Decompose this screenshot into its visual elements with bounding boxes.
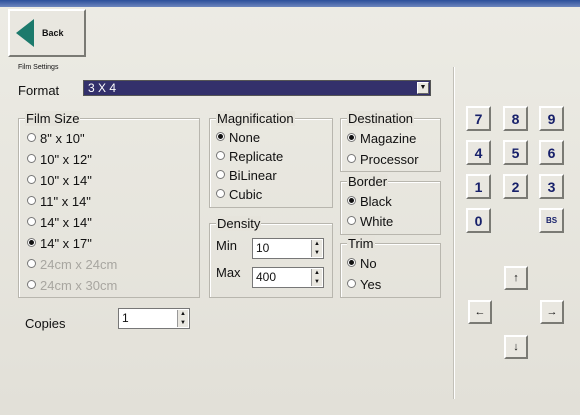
magnification-option[interactable]: Cubic <box>216 187 262 202</box>
option-label: 24cm x 24cm <box>40 257 118 272</box>
radio-icon <box>347 279 356 288</box>
radio-icon <box>27 280 36 289</box>
arrow-down-icon[interactable]: ↓ <box>504 335 528 359</box>
radio-selected-icon <box>347 258 356 267</box>
copies-label: Copies <box>25 316 66 331</box>
arrow-up-icon[interactable]: ↑ <box>504 266 528 290</box>
option-label: Cubic <box>229 187 263 202</box>
option-label: No <box>360 256 377 271</box>
radio-selected-icon <box>347 196 356 205</box>
format-label: Format <box>18 83 60 98</box>
magnification-legend: Magnification <box>216 111 295 126</box>
option-label: 8" x 10" <box>40 131 85 146</box>
chevron-down-icon[interactable]: ▼ <box>417 82 429 94</box>
spin-arrows-icon[interactable]: ▲ ▼ <box>177 310 188 327</box>
film-size-option[interactable]: 10" x 14" <box>27 173 92 188</box>
option-label: 11" x 14" <box>40 194 91 209</box>
keypad-key-4[interactable]: 4 <box>466 140 491 165</box>
radio-icon <box>27 154 36 163</box>
keypad-key-3[interactable]: 3 <box>539 174 564 199</box>
keypad-key-5[interactable]: 5 <box>503 140 528 165</box>
density-min-value: 10 <box>256 241 270 255</box>
density-max-stepper[interactable]: 400 ▲ ▼ <box>252 267 324 288</box>
section-title: Film Settings <box>18 64 59 71</box>
radio-icon <box>27 259 36 268</box>
border-legend: Border <box>347 174 389 189</box>
trim-option-selected[interactable]: No <box>347 256 377 271</box>
border-option[interactable]: White <box>347 214 393 229</box>
spin-arrows-icon[interactable]: ▲ ▼ <box>311 269 322 286</box>
destination-legend: Destination <box>347 111 415 126</box>
film-size-option-disabled: 24cm x 30cm <box>27 278 117 293</box>
keypad-key-1[interactable]: 1 <box>466 174 491 199</box>
magnification-option[interactable]: BiLinear <box>216 168 277 183</box>
spin-arrows-icon[interactable]: ▲ ▼ <box>311 240 322 257</box>
film-size-option-disabled: 24cm x 24cm <box>27 257 117 272</box>
back-button-label: Back <box>42 28 64 38</box>
radio-icon <box>27 217 36 226</box>
arrow-right-icon[interactable]: → <box>540 300 564 324</box>
keypad-key-2[interactable]: 2 <box>503 174 528 199</box>
option-label: Processor <box>360 152 419 167</box>
option-label: Yes <box>360 277 382 292</box>
density-max-label: Max <box>216 265 241 280</box>
radio-icon <box>27 133 36 142</box>
magnification-option[interactable]: Replicate <box>216 149 283 164</box>
radio-icon <box>216 189 225 198</box>
option-label: Replicate <box>229 149 284 164</box>
panel-divider <box>453 67 454 399</box>
film-size-option[interactable]: 8" x 10" <box>27 131 85 146</box>
option-label: Magazine <box>360 131 417 146</box>
option-label: None <box>229 130 261 145</box>
backspace-button[interactable]: BS <box>539 208 564 233</box>
radio-selected-icon <box>216 132 225 141</box>
magnification-option-selected[interactable]: None <box>216 130 260 145</box>
trim-legend: Trim <box>347 236 375 251</box>
radio-icon <box>347 154 356 163</box>
option-label: White <box>360 214 394 229</box>
keypad-key-9[interactable]: 9 <box>539 106 564 131</box>
density-min-stepper[interactable]: 10 ▲ ▼ <box>252 238 324 259</box>
format-select[interactable]: 3 X 4 ▼ <box>83 80 431 96</box>
copies-value: 1 <box>122 311 129 325</box>
density-min-label: Min <box>216 238 237 253</box>
destination-option[interactable]: Processor <box>347 152 419 167</box>
title-band <box>0 0 580 7</box>
option-label: 10" x 12" <box>40 152 92 167</box>
option-label: 14" x 14" <box>40 215 92 230</box>
option-label: Black <box>360 194 392 209</box>
keypad-key-6[interactable]: 6 <box>539 140 564 165</box>
option-label: 24cm x 30cm <box>40 278 118 293</box>
keypad-key-0[interactable]: 0 <box>466 208 491 233</box>
density-legend: Density <box>216 216 262 231</box>
radio-icon <box>27 175 36 184</box>
radio-selected-icon <box>347 133 356 142</box>
radio-icon <box>216 151 225 160</box>
option-label: 10" x 14" <box>40 173 92 188</box>
option-label: BiLinear <box>229 168 277 183</box>
film-size-option-selected[interactable]: 14" x 17" <box>27 236 92 251</box>
back-arrow-icon <box>16 19 34 47</box>
film-size-legend: Film Size <box>25 111 81 126</box>
keypad-key-7[interactable]: 7 <box>466 106 491 131</box>
trim-option[interactable]: Yes <box>347 277 381 292</box>
radio-icon <box>216 170 225 179</box>
keypad-key-8[interactable]: 8 <box>503 106 528 131</box>
density-max-value: 400 <box>256 270 277 284</box>
film-size-option[interactable]: 10" x 12" <box>27 152 92 167</box>
destination-option-selected[interactable]: Magazine <box>347 131 416 146</box>
radio-icon <box>27 196 36 205</box>
film-size-option[interactable]: 11" x 14" <box>27 194 91 209</box>
arrow-left-icon[interactable]: ← <box>468 300 492 324</box>
copies-stepper[interactable]: 1 ▲ ▼ <box>118 308 190 329</box>
option-label: 14" x 17" <box>40 236 92 251</box>
radio-icon <box>347 216 356 225</box>
border-option-selected[interactable]: Black <box>347 194 392 209</box>
radio-selected-icon <box>27 238 36 247</box>
back-button[interactable]: Back <box>8 9 86 57</box>
format-value: 3 X 4 <box>88 81 117 95</box>
film-size-option[interactable]: 14" x 14" <box>27 215 92 230</box>
